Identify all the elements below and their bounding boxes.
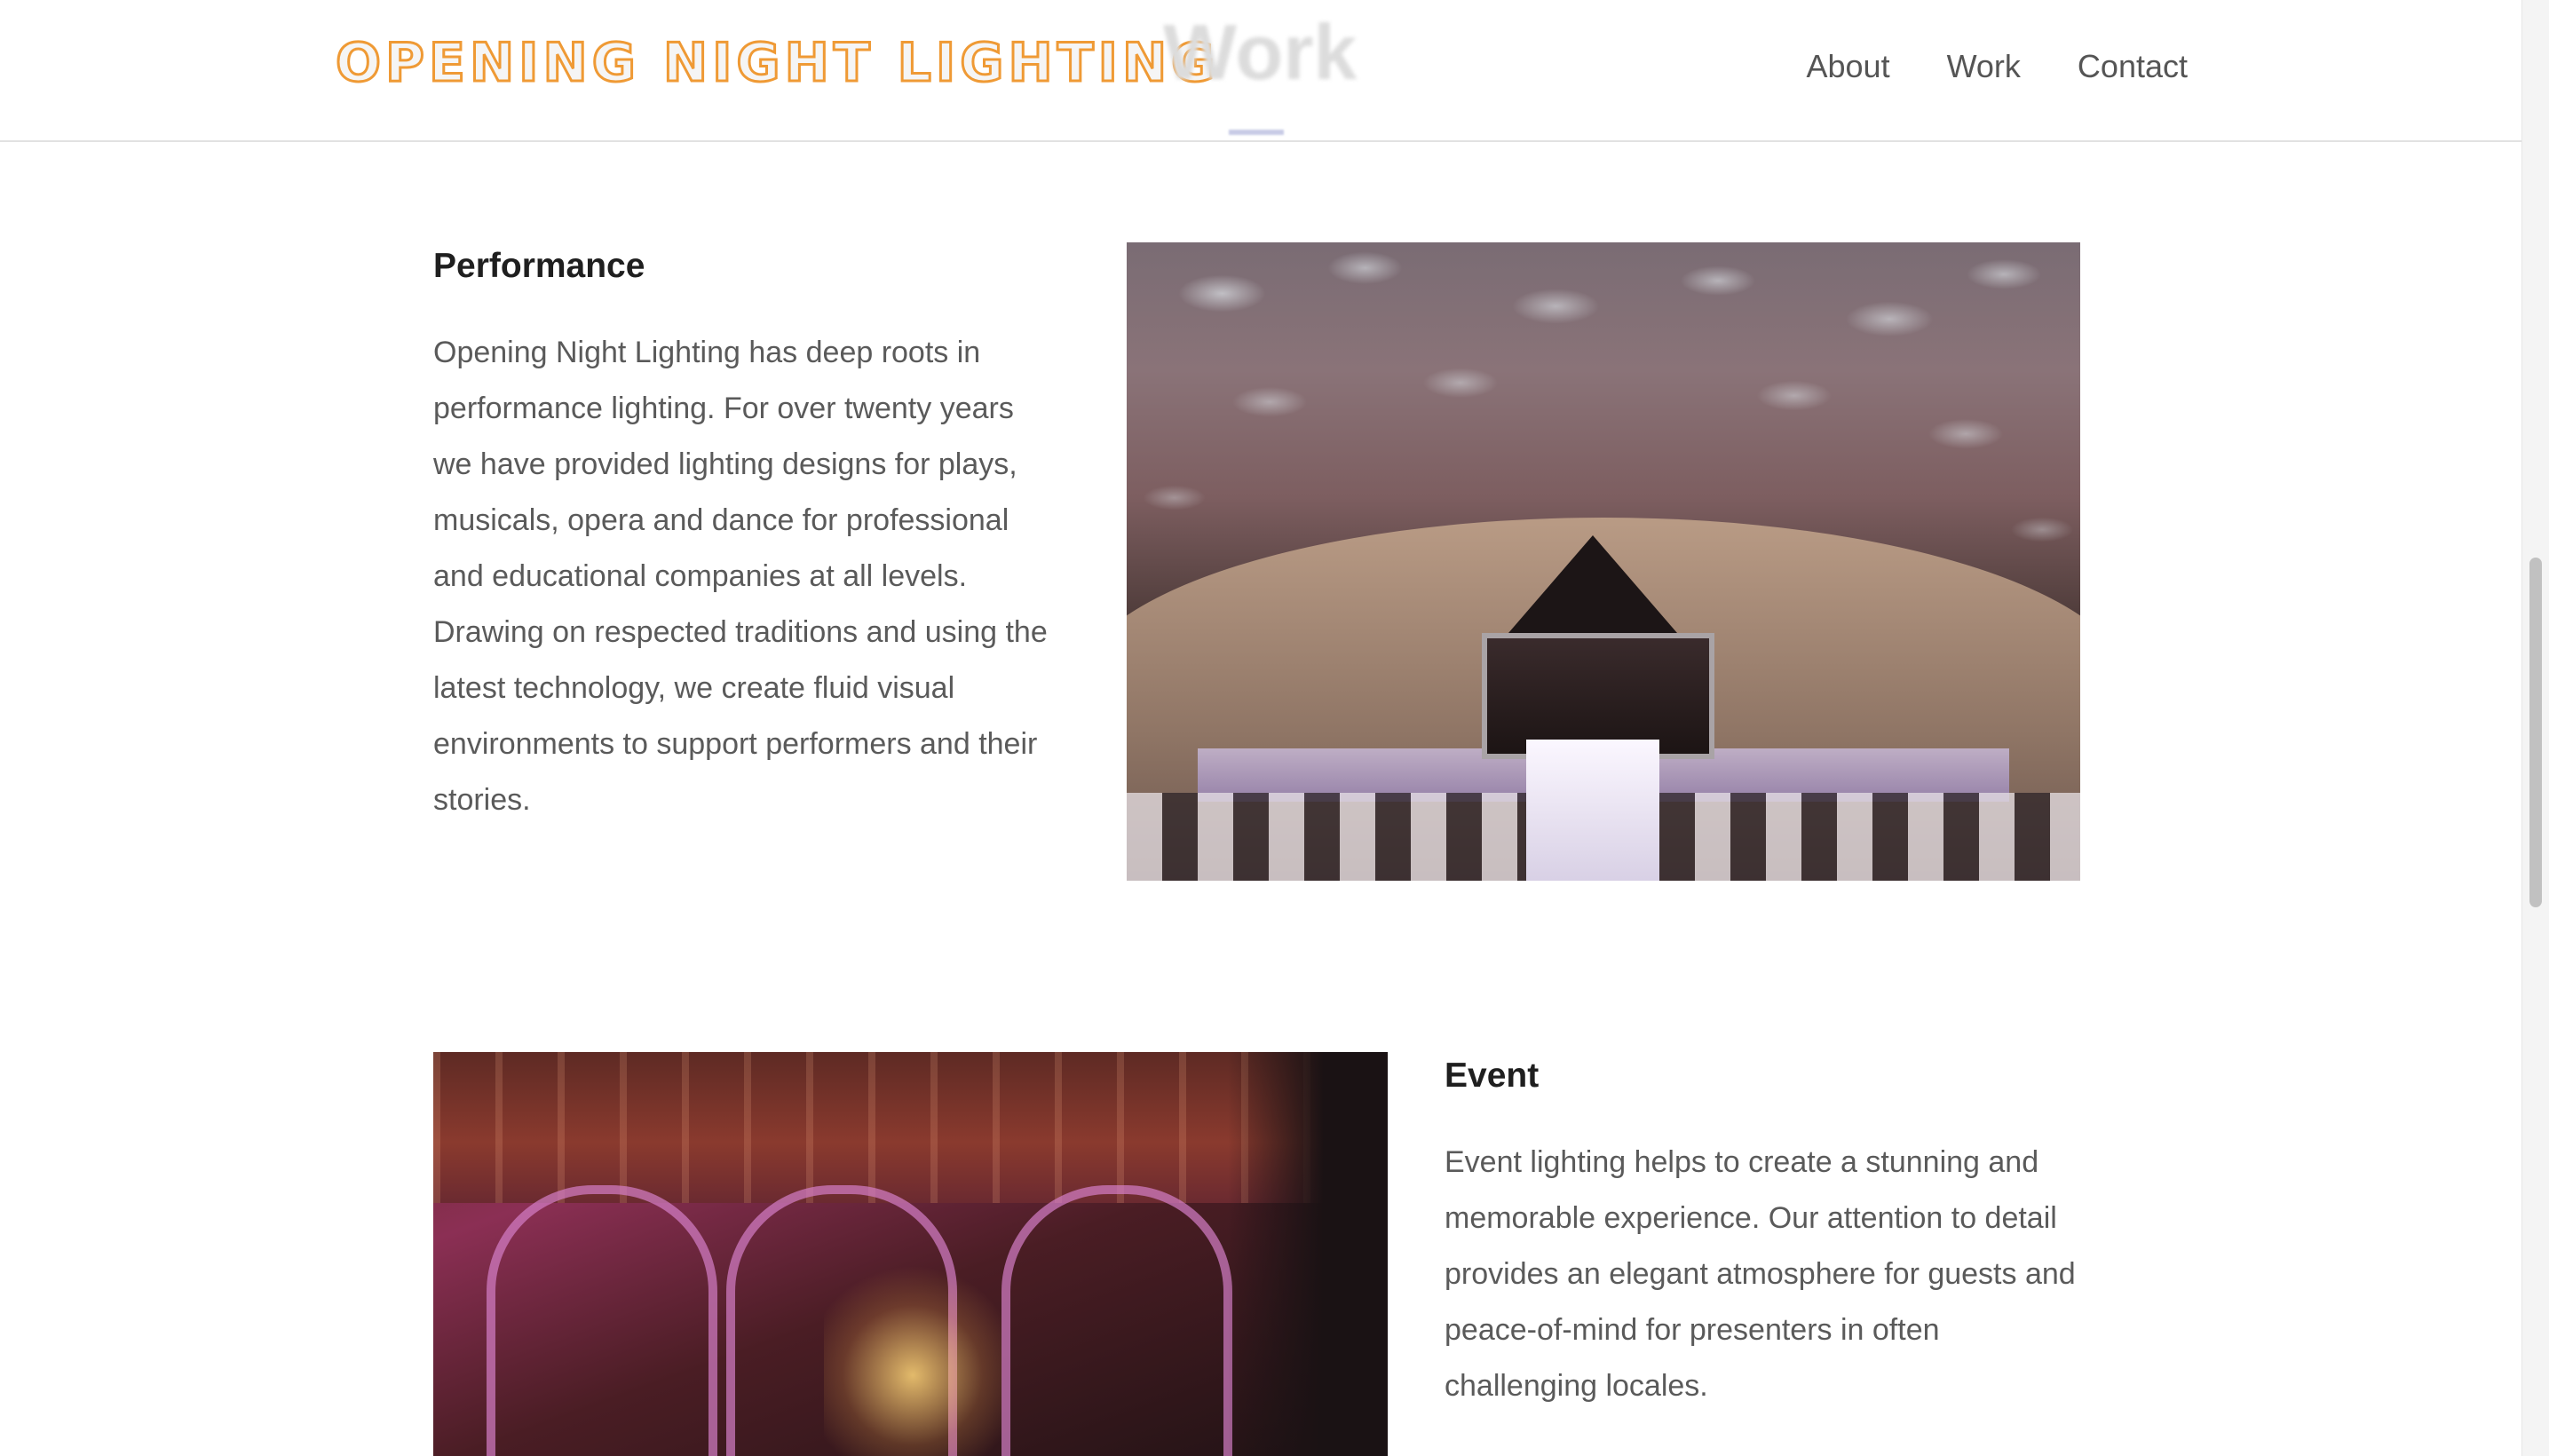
- photo-arch-right: [1001, 1185, 1232, 1456]
- page: OPENING NIGHT LIGHTING Work About Work C…: [0, 0, 2549, 1456]
- faded-page-heading: Work: [1163, 8, 1358, 96]
- nav-link-contact[interactable]: Contact: [2078, 48, 2188, 85]
- site-logo[interactable]: OPENING NIGHT LIGHTING: [334, 31, 1219, 96]
- performance-photo: [1127, 242, 2080, 881]
- performance-description: Opening Night Lighting has deep roots in…: [433, 336, 1048, 817]
- event-description: Event lighting helps to create a stunnin…: [1445, 1145, 2076, 1403]
- event-photo: [433, 1052, 1388, 1456]
- photo-dark-edge: [1228, 1052, 1388, 1456]
- site-header: OPENING NIGHT LIGHTING Work About Work C…: [0, 0, 2521, 142]
- vertical-scrollbar[interactable]: [2521, 0, 2549, 1456]
- nav-link-about[interactable]: About: [1807, 48, 1890, 85]
- photo-stage-peak: [1508, 535, 1677, 633]
- main-nav: About Work Contact: [1807, 48, 2189, 85]
- scrollbar-thumb[interactable]: [2529, 558, 2542, 907]
- event-title: Event: [1445, 1056, 1540, 1095]
- photo-arch-left: [487, 1185, 717, 1456]
- performance-title: Performance: [433, 247, 645, 285]
- faded-heading-underline: [1229, 130, 1284, 135]
- photo-chandelier-glow: [824, 1247, 1001, 1456]
- photo-runway: [1526, 740, 1659, 881]
- nav-link-work[interactable]: Work: [1947, 48, 2021, 85]
